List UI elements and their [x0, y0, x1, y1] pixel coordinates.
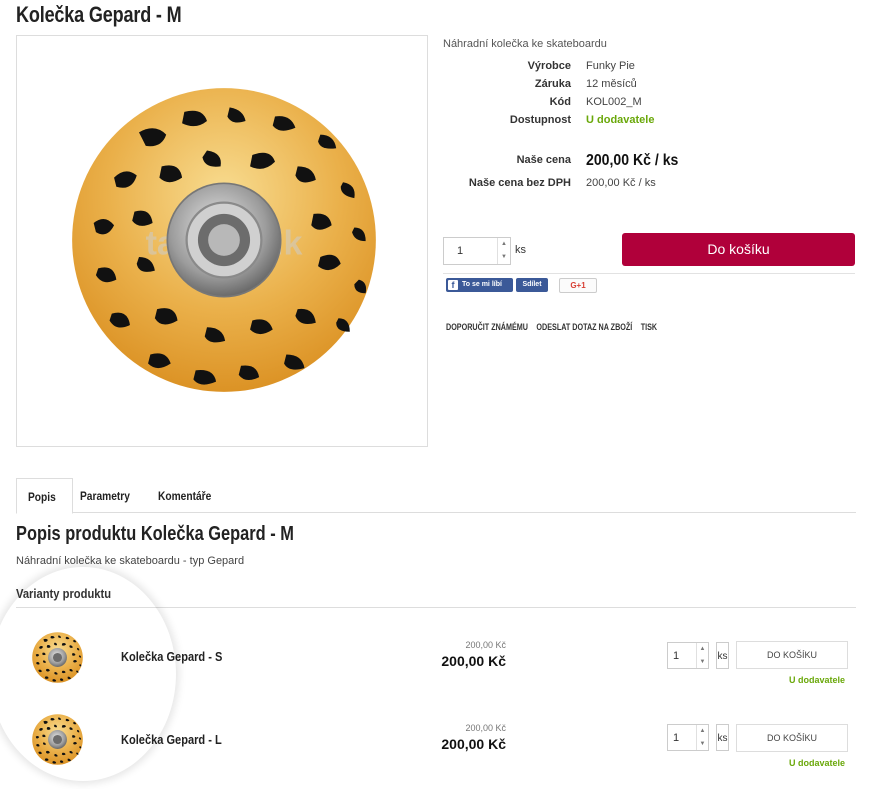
param-label: Dostupnost: [509, 114, 571, 126]
variant-price-novat: 200,00 Kč: [465, 640, 506, 650]
product-image-frame[interactable]: tajCentrik: [16, 35, 428, 447]
divider: [16, 607, 856, 608]
variant-price: 200,00 Kč: [441, 653, 506, 669]
stepper-up-icon[interactable]: ▲: [697, 725, 708, 738]
variant-unit: ks: [716, 642, 729, 669]
divider: [443, 273, 855, 274]
variant-name[interactable]: Kolečka Gepard - L: [121, 732, 222, 747]
price-novat-value: 200,00 Kč / ks: [586, 177, 656, 189]
tab-label: Popis: [28, 490, 56, 504]
variant-quantity-input[interactable]: 1 ▲ ▼: [667, 642, 709, 669]
variant-quantity-input[interactable]: 1 ▲ ▼: [667, 724, 709, 751]
param-value: Funky Pie: [586, 60, 635, 72]
product-tabs: Popis Parametry Komentáře: [16, 478, 856, 514]
stepper-down-icon[interactable]: ▼: [697, 738, 708, 751]
variant-name[interactable]: Kolečka Gepard - S: [121, 649, 222, 664]
facebook-icon: f: [448, 280, 458, 290]
quantity-stepper[interactable]: ▲ ▼: [497, 238, 510, 264]
print-link[interactable]: TISK: [641, 322, 657, 332]
price-novat-row: Naše cena bez DPH 200,00 Kč / ks: [443, 177, 743, 193]
quantity-unit: ks: [515, 244, 526, 256]
param-label: Výrobce: [527, 60, 571, 72]
variant-unit: ks: [716, 724, 729, 751]
quantity-stepper[interactable]: ▲ ▼: [696, 725, 708, 750]
param-value: KOL002_M: [586, 96, 642, 108]
stepper-down-icon[interactable]: ▼: [697, 656, 708, 669]
google-plus-button[interactable]: G+1: [559, 278, 597, 293]
recommend-link[interactable]: DOPORUČIT ZNÁMÉMU: [446, 322, 528, 332]
quantity-value: 1: [457, 245, 464, 257]
variants-heading: Varianty produktu: [16, 586, 112, 601]
stepper-up-icon[interactable]: ▲: [498, 238, 510, 251]
variant-row: Kolečka Gepard - S 200,00 Kč 200,00 Kč 1…: [0, 618, 870, 698]
variant-add-to-cart-button[interactable]: DO KOŠÍKU: [736, 641, 848, 669]
price-value: 200,00 Kč / ks: [586, 152, 679, 169]
price-novat-label: Naše cena bez DPH: [468, 177, 571, 189]
tab-description[interactable]: Popis: [16, 478, 73, 514]
variant-thumbnail[interactable]: [32, 714, 83, 765]
description-text: Náhradní kolečka ke skateboardu - typ Ge…: [16, 555, 245, 567]
tab-comments[interactable]: Komentáře: [158, 478, 211, 513]
short-description: Náhradní kolečka ke skateboardu: [443, 38, 607, 50]
variant-price-novat: 200,00 Kč: [465, 723, 506, 733]
variant-price: 200,00 Kč: [441, 736, 506, 752]
quantity-value: 1: [673, 650, 680, 662]
stepper-down-icon[interactable]: ▼: [498, 251, 510, 264]
param-value: 12 měsíců: [586, 78, 637, 90]
quantity-value: 1: [673, 732, 680, 744]
variant-availability: U dodavatele: [788, 675, 845, 685]
stepper-up-icon[interactable]: ▲: [697, 643, 708, 656]
add-to-cart-button[interactable]: Do košíku: [622, 233, 855, 266]
product-actions: DOPORUČIT ZNÁMÉMU ODESLAT DOTAZ NA ZBOŽÍ…: [446, 322, 664, 332]
param-label: Kód: [549, 96, 571, 108]
facebook-like-label: To se mi líbí: [462, 281, 502, 288]
facebook-like-button[interactable]: f To se mi líbí: [446, 278, 513, 292]
tab-parameters[interactable]: Parametry: [80, 478, 130, 513]
ask-question-link[interactable]: ODESLAT DOTAZ NA ZBOŽÍ: [536, 322, 632, 332]
variant-thumbnail[interactable]: [32, 632, 83, 683]
description-title: Popis produktu Kolečka Gepard - M: [16, 523, 294, 545]
param-label: Záruka: [534, 78, 571, 90]
variant-row: Kolečka Gepard - L 200,00 Kč 200,00 Kč 1…: [0, 701, 870, 781]
variant-add-to-cart-button[interactable]: DO KOŠÍKU: [736, 724, 848, 752]
quantity-stepper[interactable]: ▲ ▼: [696, 643, 708, 668]
variant-availability: U dodavatele: [788, 758, 845, 768]
facebook-share-button[interactable]: Sdílet: [516, 278, 548, 292]
quantity-input[interactable]: 1 ▲ ▼: [443, 237, 511, 265]
price-label: Naše cena: [516, 154, 571, 166]
product-image: tajCentrik: [71, 87, 377, 393]
price-row: Naše cena 200,00 Kč / ks: [443, 152, 743, 172]
availability-status: U dodavatele: [586, 114, 655, 126]
product-title: Kolečka Gepard - M: [16, 2, 182, 27]
